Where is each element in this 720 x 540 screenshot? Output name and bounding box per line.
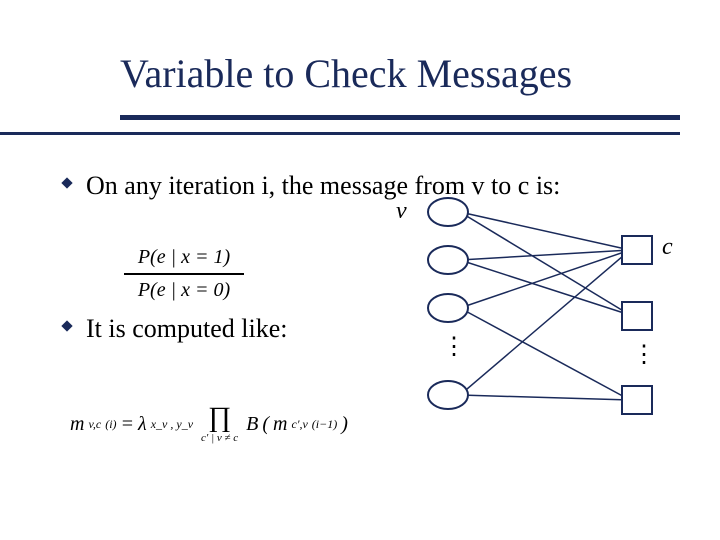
product-symbol-icon: ∏ [208, 404, 231, 432]
diamond-bullet-icon [60, 176, 74, 190]
eq-paren-close: ) [341, 413, 348, 436]
diamond-bullet-icon [60, 319, 74, 333]
eq-m-sup: (i) [105, 417, 116, 432]
eq-m: m [70, 413, 84, 436]
eq-B: B [246, 413, 258, 436]
eq-product-sub: c′ | v ≠ c [201, 432, 238, 444]
slide-title: Variable to Check Messages [120, 50, 680, 97]
eq-paren-open: ( [262, 413, 269, 436]
eq-m-sub: v,c [88, 417, 101, 432]
bullet-text-2: It is computed like: [86, 313, 287, 346]
diagram-ellipsis-right: ⋮ [632, 340, 656, 369]
fraction-bar [124, 273, 244, 275]
eq-equals: = [121, 413, 135, 436]
diagram-v-label: v [396, 198, 407, 225]
probability-fraction: P(e | x = 1) P(e | x = 0) [124, 244, 244, 304]
diagram-ellipsis-left: ⋮ [442, 332, 466, 361]
title-rule-thick [120, 115, 680, 120]
eq-product: ∏ c′ | v ≠ c [201, 404, 238, 444]
fraction-numerator: P(e | x = 1) [124, 244, 244, 271]
graph-svg [400, 190, 690, 420]
eq-arg-sub: c′,v [292, 417, 308, 432]
title-rule-thin [0, 132, 680, 135]
eq-lambda: λ [138, 413, 147, 436]
message-equation: mv,c(i) = λx_v , y_v ∏ c′ | v ≠ c B(mc′,… [70, 404, 348, 444]
fraction-denominator: P(e | x = 0) [124, 277, 244, 304]
eq-lambda-sub: x_v , y_v [151, 417, 193, 432]
bipartite-graph-diagram: v c ⋮ ⋮ [400, 190, 690, 420]
eq-arg-m: m [273, 413, 287, 436]
diagram-c-label: c [662, 234, 673, 261]
eq-arg-sup: (i−1) [312, 417, 337, 432]
